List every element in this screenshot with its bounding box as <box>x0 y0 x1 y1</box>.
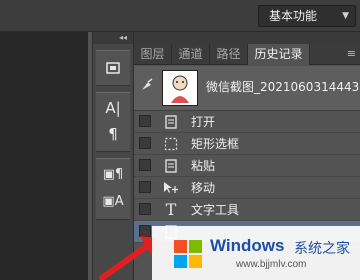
paragraph-icon[interactable]: ¶ <box>96 121 130 147</box>
type-icon: T <box>165 200 177 219</box>
watermark-cn: 系统之家 <box>294 241 350 257</box>
workspace-label: 基本功能 <box>269 9 318 23</box>
tab-history[interactable]: 历史记录 <box>248 44 310 65</box>
document-canvas <box>0 32 88 280</box>
strip-group-styles: ▣¶ ▣A <box>96 158 130 220</box>
history-source-checkbox[interactable] <box>139 181 151 193</box>
tab-channels[interactable]: 通道 <box>172 44 210 64</box>
history-source-checkbox[interactable] <box>139 115 151 127</box>
history-source-checkbox[interactable] <box>139 203 151 215</box>
snapshot-label: 微信截图_20210603144438... <box>206 80 360 94</box>
history-item-label: 粘贴 <box>191 159 216 173</box>
navigator-icon[interactable] <box>96 55 130 81</box>
history-item-label: 移动 <box>191 181 216 195</box>
panel-header-strip <box>134 32 360 44</box>
options-bar: 基本功能 ▼ <box>0 0 360 32</box>
tab-paths[interactable]: 路径 <box>210 44 248 64</box>
history-item[interactable]: 移动 <box>134 177 360 199</box>
snapshot-thumbnail <box>162 70 198 106</box>
history-brush-icon[interactable] <box>140 78 154 96</box>
move-icon <box>161 178 181 198</box>
history-source-checkbox[interactable] <box>139 159 151 171</box>
history-snapshot[interactable]: 微信截图_20210603144438... <box>134 66 360 111</box>
strip-group-navigator <box>96 50 130 86</box>
windows-logo-icon <box>174 240 202 268</box>
panel-menu-icon[interactable]: ≡ <box>347 44 356 64</box>
strip-group-type: A| ¶ <box>96 92 130 152</box>
char-style-icon[interactable]: ▣¶ <box>96 162 130 188</box>
character-icon[interactable]: A| <box>96 95 130 121</box>
watermark-url: www.bjjmlv.com <box>236 259 307 270</box>
watermark-brand: Windows <box>210 236 285 255</box>
tab-layers[interactable]: 图层 <box>134 44 172 64</box>
watermark: Windows 系统之家 www.bjjmlv.com <box>152 226 360 280</box>
rect-marquee-icon <box>161 134 181 154</box>
workspace-dropdown[interactable]: 基本功能 ▼ <box>258 5 356 27</box>
history-item[interactable]: 打开 <box>134 111 360 133</box>
history-item[interactable]: 矩形选框 <box>134 133 360 155</box>
history-item-label: 文字工具 <box>191 203 240 217</box>
para-style-icon[interactable]: ▣A <box>96 189 130 215</box>
panel-tabs: 图层 通道 路径 历史记录 ≡ <box>134 44 360 65</box>
document-icon <box>161 156 181 176</box>
history-item[interactable]: 粘贴 <box>134 155 360 177</box>
history-item-label: 打开 <box>191 115 216 129</box>
history-source-checkbox[interactable] <box>139 137 151 149</box>
history-item[interactable]: T 文字工具 <box>134 199 360 221</box>
history-item-label: 矩形选框 <box>191 137 240 151</box>
collapse-icon[interactable]: ◂◂ <box>93 32 133 44</box>
chevron-down-icon: ▼ <box>342 11 349 21</box>
document-icon <box>161 112 181 132</box>
